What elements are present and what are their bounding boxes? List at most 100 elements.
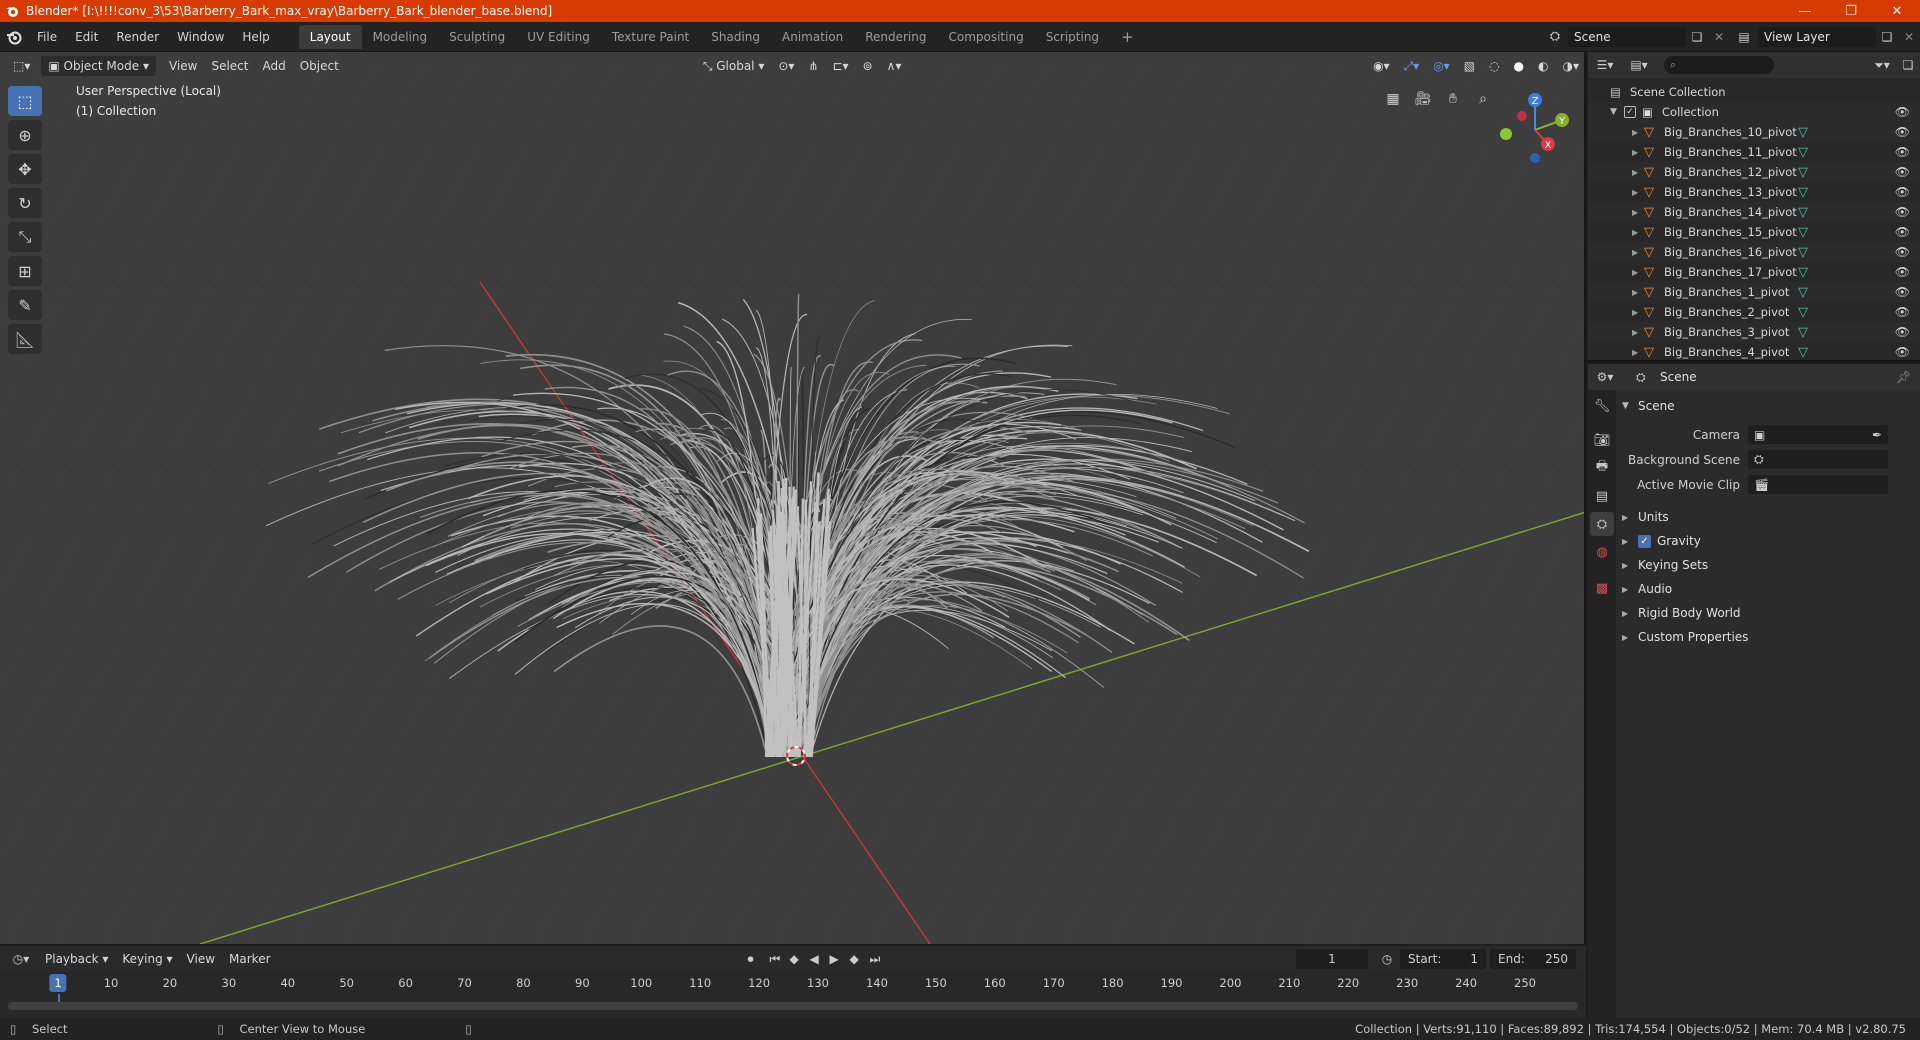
outliner-item[interactable]: ▶ ▽ Big_Branches_13_pivot ▽ 👁︎ (1588, 182, 1920, 202)
subsection-custom-properties[interactable]: ▶ Custom Properties (1618, 625, 1920, 649)
expand-arrow-icon[interactable]: ▶ (1632, 268, 1644, 277)
eye-icon[interactable]: 👁︎ (1895, 205, 1910, 219)
eye-icon[interactable]: 👁︎ (1895, 325, 1910, 339)
world-tab-icon[interactable]: ◍ (1590, 540, 1614, 564)
menu-render[interactable]: Render (107, 26, 168, 48)
annotate-tool-icon[interactable]: ✎ (8, 290, 42, 320)
mesh-data-icon[interactable]: ▽ (1798, 225, 1808, 240)
select-box-tool-icon[interactable]: ⬚ (8, 86, 42, 116)
transform-orientation-dropdown[interactable]: ⤡ Global ▾ (696, 56, 772, 76)
scene-tab-icon[interactable]: ⛭ (1590, 512, 1614, 536)
tab-layout[interactable]: Layout (298, 24, 362, 49)
subsection-units[interactable]: ▶ Units (1618, 505, 1920, 529)
outliner-item[interactable]: ▶ ▽ Big_Branches_10_pivot ▽ 👁︎ (1588, 122, 1920, 142)
play-icon[interactable]: ▶ (830, 952, 850, 966)
outliner-item[interactable]: ▶ ▽ Big_Branches_3_pivot ▽ 👁︎ (1588, 322, 1920, 342)
menu-keying[interactable]: Keying ▾ (115, 949, 179, 969)
viewport-canvas[interactable] (0, 52, 1586, 944)
eye-icon[interactable]: 👁︎ (1895, 285, 1910, 299)
mesh-data-icon[interactable]: ▽ (1798, 145, 1808, 160)
collection-checkbox[interactable]: ✓ (1624, 106, 1636, 118)
current-frame-field[interactable]: 1 (1296, 949, 1368, 969)
pin-icon[interactable]: 📌︎ (1896, 370, 1920, 384)
outliner-item[interactable]: ▶ ▽ Big_Branches_16_pivot ▽ 👁︎ (1588, 242, 1920, 262)
subsection-gravity[interactable]: ▶ ✓ Gravity (1618, 529, 1920, 553)
menu-edit[interactable]: Edit (66, 26, 107, 48)
jump-end-icon[interactable]: ⏭ (870, 952, 890, 967)
wireframe-shading-icon[interactable]: ◌ (1482, 56, 1506, 76)
menu-timeline-view[interactable]: View (180, 949, 222, 969)
menu-window[interactable]: Window (168, 26, 233, 48)
mesh-data-icon[interactable]: ▽ (1798, 305, 1808, 320)
eyedropper-icon[interactable]: ✒ (1872, 428, 1882, 442)
mode-selector[interactable]: ▣ Object Mode ▾ (41, 56, 156, 76)
mesh-data-icon[interactable]: ▽ (1798, 125, 1808, 140)
restore-button[interactable]: ❐ (1828, 0, 1874, 22)
expand-arrow-icon[interactable]: ▶ (1632, 228, 1644, 237)
display-mode-icon[interactable]: ▤▾ (1622, 58, 1656, 72)
expand-arrow-icon[interactable]: ▶ (1632, 308, 1644, 317)
close-button[interactable]: ✕ (1874, 0, 1920, 22)
pan-view-icon[interactable]: ✋︎ (1440, 86, 1466, 112)
transform-tool-icon[interactable]: ⊞ (8, 256, 42, 286)
editor-type-icon[interactable]: ⬚▾ (6, 56, 37, 76)
jump-start-icon[interactable]: ⏮ (770, 952, 790, 967)
blender-menu-icon[interactable] (0, 29, 28, 45)
record-icon[interactable]: ⏺ (748, 952, 770, 967)
scene-selector-icon[interactable]: ⛭ (1542, 29, 1568, 44)
preview-range-icon[interactable]: ◷ (1374, 952, 1400, 966)
scene-name-field[interactable]: Scene (1568, 26, 1686, 47)
rendered-shading-icon[interactable]: ◑▾ (1556, 56, 1585, 76)
end-frame-field[interactable]: End: 250 (1490, 949, 1576, 969)
outliner-item[interactable]: ▶ ▽ Big_Branches_17_pivot ▽ 👁︎ (1588, 262, 1920, 282)
eye-icon[interactable]: 👁︎ (1895, 245, 1910, 259)
menu-select[interactable]: Select (204, 56, 255, 76)
expand-arrow-icon[interactable]: ▼ (1610, 107, 1624, 117)
mesh-data-icon[interactable]: ▽ (1798, 185, 1808, 200)
scene-section-header[interactable]: ▼ Scene (1618, 394, 1920, 418)
scene-collection-row[interactable]: ▤ Scene Collection (1588, 82, 1920, 102)
navigation-gizmo[interactable]: Z Y X (1490, 82, 1580, 172)
add-workspace-button[interactable]: + (1110, 25, 1145, 49)
delete-scene-icon[interactable]: ✕ (1708, 30, 1730, 44)
visibility-icon[interactable]: ◉▾ (1366, 56, 1397, 76)
eye-icon[interactable]: 👁︎ (1895, 125, 1910, 139)
outliner-item[interactable]: ▶ ▽ Big_Branches_11_pivot ▽ 👁︎ (1588, 142, 1920, 162)
view-layer-icon[interactable]: ▤ (1730, 30, 1758, 44)
cursor-tool-icon[interactable]: ⊕ (8, 120, 42, 150)
outliner-item[interactable]: ▶ ▽ Big_Branches_14_pivot ▽ 👁︎ (1588, 202, 1920, 222)
delete-view-layer-icon[interactable]: ✕ (1898, 30, 1920, 44)
toggle-grid-icon[interactable]: ▦ (1380, 86, 1406, 112)
expand-arrow-icon[interactable]: ▶ (1632, 288, 1644, 297)
collection-row[interactable]: ▼ ✓ ▣ Collection 👁︎ (1588, 102, 1920, 122)
background-scene-field[interactable]: ⛭ (1748, 450, 1888, 469)
tab-shading[interactable]: Shading (700, 25, 771, 49)
3d-viewport[interactable]: ⬚▾ ▣ Object Mode ▾ View Select Add Objec… (0, 52, 1586, 944)
new-collection-icon[interactable]: ❏ (1896, 58, 1920, 72)
material-shading-icon[interactable]: ◐ (1531, 56, 1555, 76)
start-frame-field[interactable]: Start: 1 (1400, 949, 1486, 969)
zoom-view-icon[interactable]: ⌕ (1470, 86, 1496, 112)
menu-playback[interactable]: Playback ▾ (38, 949, 115, 969)
outliner-item[interactable]: ▶ ▽ Big_Branches_4_pivot ▽ 👁︎ (1588, 342, 1920, 360)
tab-uv-editing[interactable]: UV Editing (516, 25, 601, 49)
xray-icon[interactable]: ▧ (1457, 56, 1482, 76)
mesh-data-icon[interactable]: ▽ (1798, 165, 1808, 180)
eye-icon[interactable]: 👁︎ (1895, 165, 1910, 179)
outliner-item[interactable]: ▶ ▽ Big_Branches_2_pivot ▽ 👁︎ (1588, 302, 1920, 322)
active-movie-clip-field[interactable]: 🎬︎ (1748, 475, 1888, 494)
menu-add[interactable]: Add (255, 56, 292, 76)
proportional-edit-icon[interactable]: ⊚ (856, 56, 880, 76)
expand-arrow-icon[interactable]: ▶ (1632, 148, 1644, 157)
tab-compositing[interactable]: Compositing (937, 25, 1034, 49)
expand-arrow-icon[interactable]: ▶ (1632, 168, 1644, 177)
tab-texture-paint[interactable]: Texture Paint (601, 25, 700, 49)
eye-icon[interactable]: 👁︎ (1895, 225, 1910, 239)
gizmo-toggle-icon[interactable]: ⤢▾ (1397, 56, 1427, 76)
snap-target-icon[interactable]: ⊏▾ (826, 56, 856, 76)
camera-view-icon[interactable]: 🎥︎ (1410, 86, 1436, 112)
mesh-data-icon[interactable]: ▽ (1798, 285, 1808, 300)
outliner-search-input[interactable]: ⌕ (1664, 56, 1774, 74)
eye-icon[interactable]: 👁︎ (1895, 265, 1910, 279)
tab-rendering[interactable]: Rendering (854, 25, 937, 49)
